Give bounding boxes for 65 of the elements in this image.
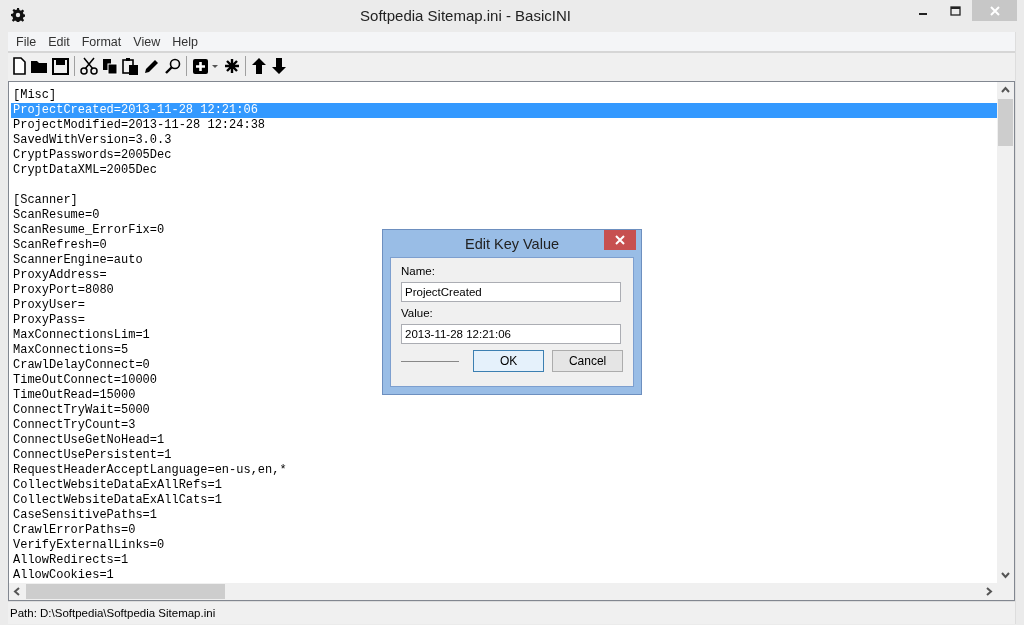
ini-line[interactable]: CryptPasswords=2005Dec: [11, 148, 172, 163]
vertical-scrollbar-thumb[interactable]: [998, 99, 1013, 146]
ini-line[interactable]: ConnectUseGetNoHead=1: [11, 433, 165, 448]
ini-line[interactable]: CryptDataXML=2005Dec: [11, 163, 158, 178]
menu-item[interactable]: Format: [75, 34, 128, 49]
ini-line[interactable]: ConnectTryCount=3: [11, 418, 136, 433]
ini-line[interactable]: ProxyPass=: [11, 313, 85, 328]
ini-line[interactable]: ScannerEngine=auto: [11, 253, 143, 268]
ini-line[interactable]: TimeOutRead=15000: [11, 388, 136, 403]
vertical-scrollbar[interactable]: [997, 82, 1014, 583]
value-field[interactable]: 2013-11-28 12:21:06: [401, 324, 621, 344]
ini-line[interactable]: ScanResume_ErrorFix=0: [11, 223, 165, 238]
dialog-button[interactable]: Cancel: [552, 350, 623, 372]
ini-line[interactable]: CollectWebsiteDataExAllRefs=1: [11, 478, 222, 493]
ini-line[interactable]: CollectWebsiteDataExAllCats=1: [11, 493, 222, 508]
paste-icon[interactable]: [122, 57, 139, 75]
menu-item[interactable]: Help: [166, 34, 204, 49]
ini-line[interactable]: AllowCookies=1: [11, 568, 114, 583]
add-dropdown-icon[interactable]: [192, 57, 220, 75]
name-label: Name:: [401, 265, 436, 279]
ini-line[interactable]: ProxyPort=8080: [11, 283, 114, 298]
gear-icon[interactable]: [11, 8, 25, 22]
horizontal-scrollbar-thumb[interactable]: [26, 584, 225, 599]
new-file-icon[interactable]: [12, 57, 26, 75]
dialog-close-button[interactable]: [604, 230, 636, 250]
save-icon[interactable]: [52, 57, 69, 75]
ini-line[interactable]: [Scanner]: [11, 193, 78, 208]
close-icon[interactable]: [615, 235, 625, 245]
arrow-down-icon[interactable]: [271, 57, 287, 75]
ini-line[interactable]: AllowRedirects=1: [11, 553, 129, 568]
ini-line[interactable]: SavedWithVersion=3.0.3: [11, 133, 172, 148]
ini-line[interactable]: ConnectUsePersistent=1: [11, 448, 172, 463]
menu-item[interactable]: File: [10, 34, 43, 49]
arrow-up-icon[interactable]: [251, 57, 267, 75]
menu-item[interactable]: Edit: [42, 34, 76, 49]
ini-line[interactable]: ScanResume=0: [11, 208, 100, 223]
menu-item[interactable]: View: [127, 34, 167, 49]
search-icon[interactable]: [164, 57, 181, 75]
ini-line[interactable]: ProjectModified=2013-11-28 12:24:38: [11, 118, 266, 133]
ini-line[interactable]: ProxyAddress=: [11, 268, 107, 283]
ini-line[interactable]: CrawlErrorPaths=0: [11, 523, 136, 538]
folder-icon[interactable]: [30, 58, 48, 74]
maximize-icon[interactable]: [950, 5, 961, 16]
ini-line[interactable]: CaseSensitivePaths=1: [11, 508, 158, 523]
window-title: Softpedia Sitemap.ini - BasicINI: [359, 6, 572, 24]
ini-line[interactable]: ProxyUser=: [11, 298, 85, 313]
scissors-icon[interactable]: [80, 57, 98, 75]
ini-line[interactable]: [Misc]: [11, 88, 57, 103]
pencil-icon[interactable]: [143, 57, 160, 75]
value-label: Value:: [401, 307, 434, 321]
ini-line[interactable]: VerifyExternalLinks=0: [11, 538, 165, 553]
ini-line[interactable]: ScanRefresh=0: [11, 238, 107, 253]
copy-icon[interactable]: [102, 57, 118, 75]
dialog-title: Edit Key Value: [464, 235, 559, 252]
ini-line[interactable]: ConnectTryWait=5000: [11, 403, 150, 418]
ini-line[interactable]: MaxConnectionsLim=1: [11, 328, 150, 343]
dialog-button[interactable]: OK: [473, 350, 545, 372]
asterisk-icon[interactable]: [224, 58, 240, 74]
name-field[interactable]: ProjectCreated: [401, 282, 621, 302]
ini-line[interactable]: MaxConnections=5: [11, 343, 129, 358]
status-path: Path: D:\Softpedia\Softpedia Sitemap.ini: [10, 607, 216, 619]
ini-line[interactable]: RequestHeaderAcceptLanguage=en-us,en,*: [11, 463, 287, 478]
ini-line[interactable]: TimeOutConnect=10000: [11, 373, 158, 388]
ini-line[interactable]: CrawlDelayConnect=0: [11, 358, 150, 373]
horizontal-scrollbar[interactable]: [9, 583, 997, 600]
